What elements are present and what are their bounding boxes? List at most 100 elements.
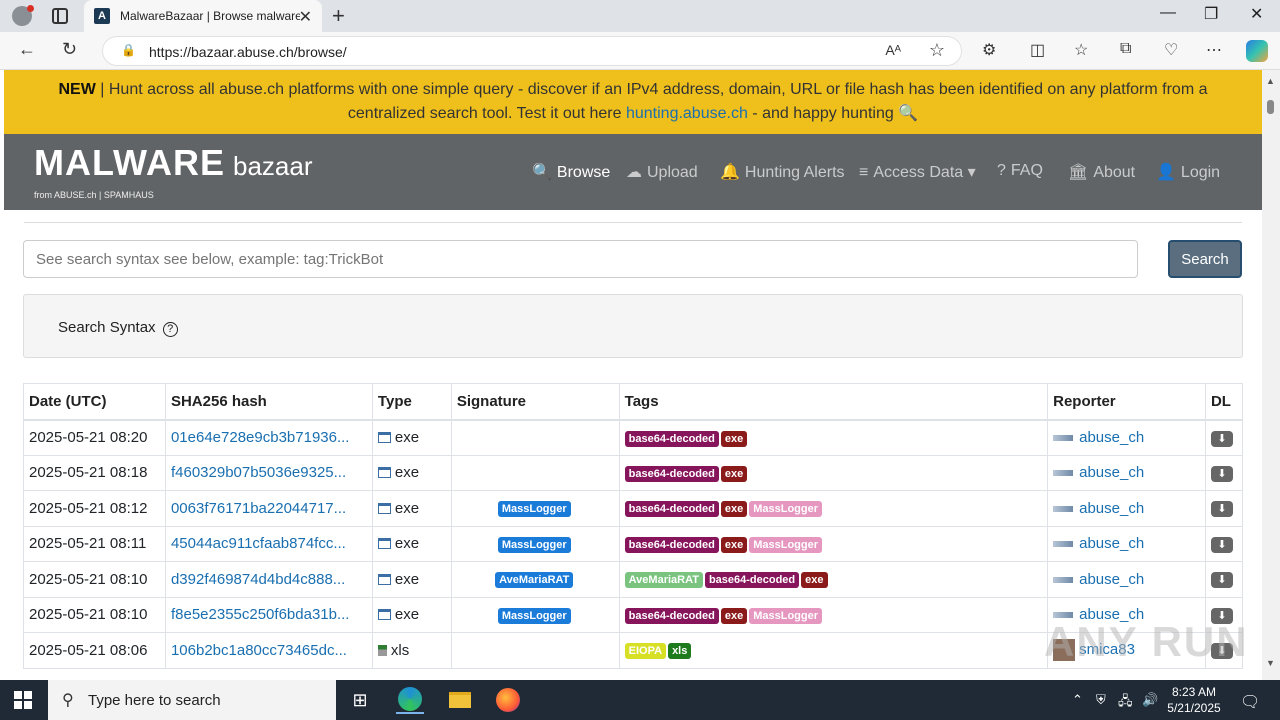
- performance-icon[interactable]: ♡: [1164, 40, 1178, 60]
- tab-actions-icon[interactable]: [52, 8, 68, 24]
- nav-hunting-alerts[interactable]: 🔔 Hunting Alerts: [720, 162, 845, 182]
- header-hash[interactable]: SHA256 hash: [164, 383, 373, 421]
- read-aloud-icon[interactable]: Aᴬ: [885, 42, 901, 58]
- nav-access-data[interactable]: ≡ Access Data ▾: [859, 162, 976, 182]
- tag-badge[interactable]: xls: [668, 643, 692, 660]
- refresh-icon[interactable]: ↻: [62, 39, 77, 60]
- tag-badge[interactable]: MassLogger: [749, 536, 822, 553]
- nav-login[interactable]: 👤 Login: [1156, 162, 1220, 182]
- tag-badge[interactable]: base64-decoded: [704, 572, 800, 589]
- header-type[interactable]: Type: [371, 383, 452, 421]
- search-icon: ⚲: [62, 692, 74, 709]
- scroll-up-icon[interactable]: ▲: [1266, 76, 1275, 86]
- tag-badge[interactable]: MassLogger: [749, 501, 822, 518]
- new-tab-button[interactable]: +: [332, 3, 345, 29]
- hash-link[interactable]: 01e64e728e9cb3b71936...: [171, 429, 350, 446]
- header-reporter[interactable]: Reporter: [1047, 383, 1206, 421]
- firefox-icon[interactable]: [494, 686, 522, 714]
- reporter-link[interactable]: abuse_ch: [1079, 429, 1144, 446]
- signature-badge[interactable]: MassLogger: [497, 607, 571, 624]
- reporter-link[interactable]: abuse_ch: [1079, 464, 1144, 481]
- tag-badge[interactable]: AveMariaRAT: [624, 572, 703, 589]
- nav-upload[interactable]: ☁ Upload: [626, 162, 698, 182]
- address-bar[interactable]: 🔒 https://bazaar.abuse.ch/browse/ Aᴬ ☆: [102, 36, 962, 66]
- signature-badge[interactable]: AveMariaRAT: [495, 572, 574, 589]
- nav-about[interactable]: 🏛 About: [1068, 162, 1135, 182]
- tag-badge[interactable]: exe: [720, 430, 748, 447]
- cell-tags: EIOPA xls: [618, 632, 1049, 669]
- scroll-down-icon[interactable]: ▼: [1266, 658, 1275, 668]
- hunting-link[interactable]: hunting.abuse.ch: [626, 105, 748, 122]
- page-scrollbar[interactable]: ▲ ▼: [1262, 70, 1280, 680]
- edge-icon[interactable]: [396, 686, 424, 714]
- tray-security-icon[interactable]: ⛨: [1096, 692, 1106, 708]
- header-tags[interactable]: Tags: [618, 383, 1049, 421]
- tag-badge[interactable]: exe: [720, 607, 748, 624]
- tag-badge[interactable]: exe: [720, 465, 748, 482]
- nav-browse[interactable]: 🔍 Browse: [532, 162, 610, 182]
- collections-icon[interactable]: ⧉: [1120, 40, 1131, 58]
- minimize-icon[interactable]: —: [1160, 4, 1176, 22]
- browser-tab[interactable]: A MalwareBazaar | Browse malware ✕: [84, 0, 322, 32]
- hash-link[interactable]: f8e5e2355c250f6bda31b...: [171, 606, 350, 623]
- header-date[interactable]: Date (UTC): [23, 383, 166, 421]
- tray-chevron-icon[interactable]: ⌃: [1072, 692, 1083, 708]
- download-icon[interactable]: ⬇: [1210, 465, 1233, 482]
- close-tab-icon[interactable]: ✕: [299, 7, 312, 27]
- download-icon[interactable]: ⬇: [1210, 430, 1233, 447]
- cell-hash: 0063f76171ba22044717...: [164, 490, 373, 527]
- header-dl[interactable]: DL: [1204, 383, 1244, 421]
- favorites-icon[interactable]: ☆: [1074, 40, 1088, 60]
- system-clock[interactable]: 8:23 AM 5/21/2025: [1158, 684, 1230, 716]
- nav-faq[interactable]: ? FAQ: [997, 162, 1043, 180]
- task-view-icon[interactable]: ⊞: [346, 686, 374, 714]
- windows-start-icon[interactable]: [14, 691, 32, 709]
- tag-badge[interactable]: EIOPA: [624, 643, 667, 660]
- reporter-link[interactable]: abuse_ch: [1079, 500, 1144, 517]
- header-signature[interactable]: Signature: [450, 383, 620, 421]
- volume-icon[interactable]: 🔊: [1142, 692, 1158, 708]
- download-icon[interactable]: ⬇: [1210, 501, 1233, 518]
- more-menu-icon[interactable]: ⋯: [1206, 40, 1222, 60]
- scroll-thumb[interactable]: [1267, 100, 1274, 114]
- tag-badge[interactable]: base64-decoded: [624, 607, 719, 624]
- split-screen-icon[interactable]: ◫: [1030, 40, 1045, 60]
- extensions-icon[interactable]: ⚙: [982, 40, 996, 60]
- restore-icon[interactable]: ❐: [1204, 4, 1218, 24]
- reporter-link[interactable]: abuse_ch: [1079, 535, 1144, 552]
- copilot-icon[interactable]: [1246, 40, 1268, 62]
- tag-badge[interactable]: base64-decoded: [624, 501, 719, 518]
- network-icon[interactable]: 🖧: [1118, 692, 1133, 714]
- tag-badge[interactable]: base64-decoded: [624, 465, 719, 482]
- file-explorer-icon[interactable]: [446, 686, 474, 714]
- tag-badge[interactable]: exe: [720, 536, 748, 553]
- malware-bazaar-logo[interactable]: MALWARE bazaar from ABUSE.ch | SPAMHAUS: [34, 142, 313, 200]
- download-icon[interactable]: ⬇: [1210, 536, 1233, 553]
- hash-link[interactable]: 106b2bc1a80cc73465dc...: [171, 642, 347, 659]
- cell-reporter: abuse_ch: [1047, 561, 1206, 598]
- tag-badge[interactable]: exe: [720, 501, 748, 518]
- search-syntax-panel[interactable]: Search Syntax ?: [23, 294, 1243, 358]
- back-icon[interactable]: ←: [18, 39, 36, 60]
- tag-badge[interactable]: MassLogger: [749, 607, 822, 624]
- notifications-icon[interactable]: 🗨: [1240, 692, 1260, 712]
- signature-badge[interactable]: MassLogger: [497, 501, 571, 518]
- search-syntax-toggle[interactable]: Search Syntax ?: [58, 319, 178, 337]
- hash-link[interactable]: d392f469874d4bd4c888...: [171, 571, 345, 588]
- hash-link[interactable]: f460329b07b5036e9325...: [171, 464, 346, 481]
- download-icon[interactable]: ⬇: [1210, 572, 1233, 589]
- taskbar-search[interactable]: ⚲ Type here to search: [48, 680, 336, 720]
- tag-badge[interactable]: exe: [801, 572, 828, 589]
- profile-icon[interactable]: [12, 5, 34, 26]
- tag-badge[interactable]: base64-decoded: [624, 536, 719, 553]
- tag-badge[interactable]: base64-decoded: [624, 430, 719, 447]
- search-button[interactable]: Search: [1168, 240, 1242, 278]
- favorite-star-icon[interactable]: ☆: [929, 40, 945, 61]
- signature-badge[interactable]: MassLogger: [497, 536, 571, 553]
- reporter-link[interactable]: abuse_ch: [1079, 571, 1144, 588]
- url-text[interactable]: https://bazaar.abuse.ch/browse/: [149, 44, 347, 60]
- hash-link[interactable]: 0063f76171ba22044717...: [171, 500, 346, 517]
- search-input[interactable]: [23, 240, 1138, 278]
- window-close-icon[interactable]: ✕: [1250, 4, 1263, 24]
- hash-link[interactable]: 45044ac911cfaab874fcc...: [171, 535, 346, 552]
